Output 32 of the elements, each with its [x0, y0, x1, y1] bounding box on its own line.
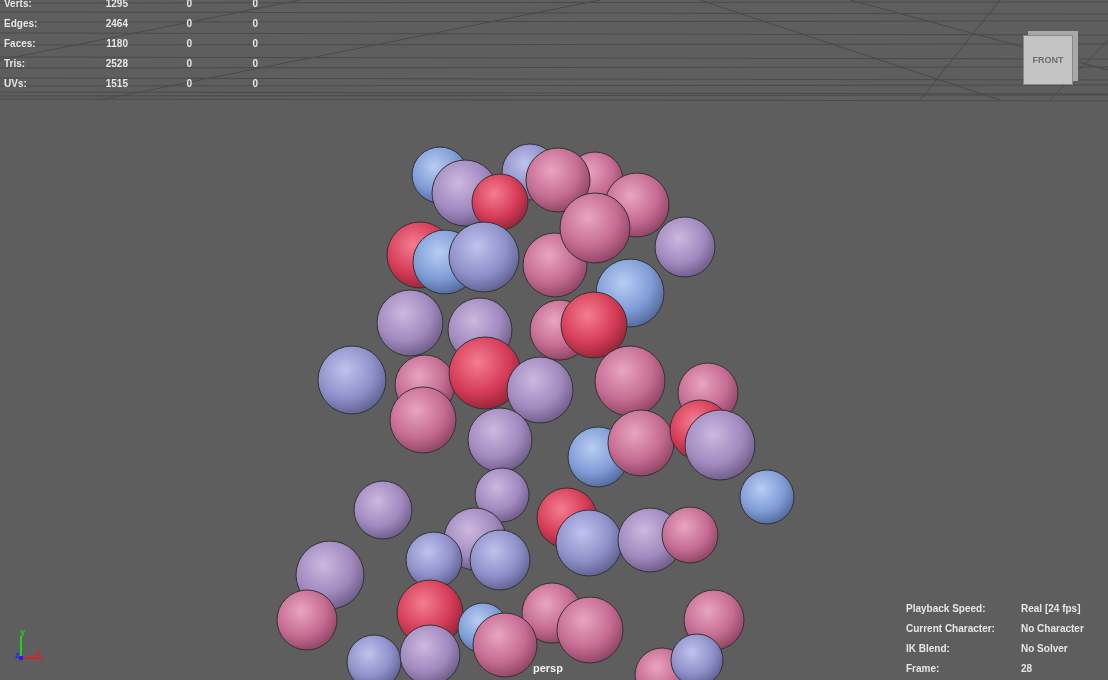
stat-value: 0 — [185, 38, 192, 50]
stat-value: 0 — [251, 18, 258, 30]
stat-value: 2464 — [104, 18, 128, 30]
stat-label: Edges: — [4, 18, 39, 30]
view-cube-label: FRONT — [1032, 55, 1064, 65]
stat-value: 0 — [185, 58, 192, 70]
stat-label: Tris: — [4, 58, 27, 70]
hud-label: IK Blend: — [906, 643, 951, 655]
stat-label: Verts: — [4, 0, 33, 10]
stat-value: 0 — [185, 78, 192, 90]
stat-value: 0 — [251, 0, 258, 10]
hud-label: Frame: — [906, 663, 941, 675]
stat-value: 0 — [185, 18, 192, 30]
hud-label: Playback Speed: — [906, 603, 987, 615]
stat-value: 0 — [251, 78, 258, 90]
stat-value: 1295 — [104, 0, 128, 10]
stat-value: 2528 — [104, 58, 128, 70]
stat-label: Faces: — [4, 38, 37, 50]
stat-label: UVs: — [4, 78, 28, 90]
stat-value: 0 — [251, 58, 258, 70]
stat-value: 1180 — [105, 38, 128, 50]
camera-label: persp — [533, 662, 563, 674]
hud-value: Real [24 fps] — [1021, 603, 1082, 615]
hud-value: 28 — [1021, 663, 1034, 675]
stat-value: 0 — [185, 0, 192, 10]
hud-label: Current Character: — [906, 623, 996, 635]
stat-value: 0 — [251, 38, 258, 50]
hud-value: No Solver — [1021, 643, 1069, 655]
axis-label: z — [15, 651, 20, 660]
stat-value: 1515 — [104, 78, 128, 90]
axis-label: x — [35, 649, 40, 658]
hud-value: No Character — [1021, 623, 1084, 635]
